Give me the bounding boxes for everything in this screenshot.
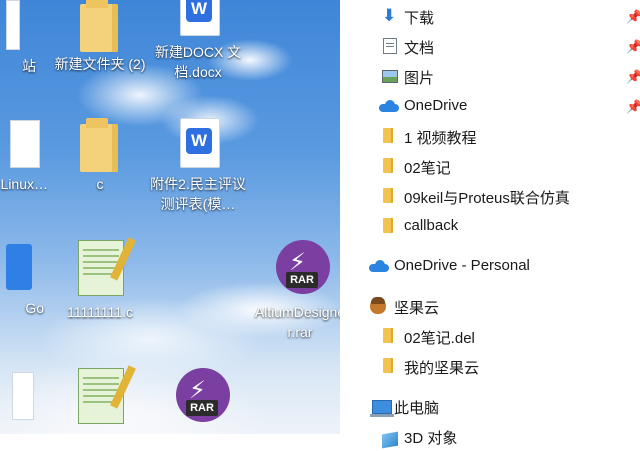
picture-icon xyxy=(382,70,398,83)
desktop-icon-partial[interactable] xyxy=(0,370,44,426)
desktop-icon-recycle-bin[interactable]: 站 xyxy=(0,0,38,76)
wps-document-icon: W xyxy=(180,0,220,36)
desktop-icon-label: 附件2.民主评议测评表(模… xyxy=(150,176,246,212)
nav-item-documents[interactable]: 文档 📌 xyxy=(340,31,640,61)
desktop-icon-11111111-c[interactable]: 11111111.c xyxy=(52,240,148,322)
pin-icon: 📌 xyxy=(626,39,640,54)
download-icon: ⬇ xyxy=(382,6,397,25)
desktop-icon-linux[interactable]: 原子】Linux… xyxy=(0,118,48,194)
desktop-icon-label: AltiumDesigner.rar xyxy=(254,304,340,340)
desktop-icon-altium-rar[interactable]: ⚡ RAR AltiumDesigner.rar xyxy=(252,240,340,342)
notepad-file-icon xyxy=(78,240,124,296)
desktop-icon-label: 新建文件夹 (2) xyxy=(54,56,146,72)
desktop-icon-label: 原子】Linux… xyxy=(0,176,48,192)
nav-item-onedrive[interactable]: OneDrive 📌 xyxy=(340,91,640,121)
nav-item-my-jianguoyun[interactable]: 我的坚果云 xyxy=(340,351,640,381)
pin-icon: 📌 xyxy=(626,9,640,24)
folder-icon xyxy=(80,118,118,172)
desktop-icon-label: 11111111.c xyxy=(67,304,133,320)
document-icon xyxy=(383,38,397,54)
nav-item-onedrive-personal[interactable]: OneDrive - Personal xyxy=(340,251,640,281)
folder-icon xyxy=(383,188,393,203)
explorer-navigation-pane[interactable]: ⬇ 下载 📌 文档 📌 图片 📌 OneDrive 📌 1 视频教程 02笔记 … xyxy=(340,0,640,449)
nav-item-pictures[interactable]: 图片 📌 xyxy=(340,61,640,91)
nav-item-video-tutorials[interactable]: 1 视频教程 xyxy=(340,121,640,151)
onedrive-icon xyxy=(369,260,389,272)
desktop[interactable]: 站 原子】Linux… Go 新建文件夹 (2) c 11111111.c W … xyxy=(0,0,340,434)
pin-icon: 📌 xyxy=(626,99,640,114)
folder-icon xyxy=(383,358,393,373)
3d-objects-icon xyxy=(382,431,398,449)
desktop-icon-folder-c[interactable]: c xyxy=(52,118,148,194)
nav-item-callback[interactable]: callback xyxy=(340,211,640,241)
desktop-icon-new-docx[interactable]: W 新建DOCX 文档.docx xyxy=(150,0,246,82)
nav-item-this-pc[interactable]: 此电脑 xyxy=(340,391,640,421)
desktop-icon-new-folder-2[interactable]: 新建文件夹 (2) xyxy=(52,0,148,74)
nav-item-keil-proteus[interactable]: 09keil与Proteus联合仿真 xyxy=(340,181,640,211)
winrar-icon: ⚡ RAR xyxy=(276,240,330,294)
notepad-file-icon xyxy=(78,368,124,424)
desktop-icon-label: 新建DOCX 文档.docx xyxy=(154,44,242,80)
nav-item-jianguoyun[interactable]: 坚果云 xyxy=(340,291,640,321)
desktop-icon-label: 站 xyxy=(22,58,36,74)
computer-icon xyxy=(370,400,394,417)
desktop-icon-go[interactable]: Go xyxy=(0,242,44,318)
winrar-icon: ⚡ RAR xyxy=(176,368,230,422)
folder-icon xyxy=(383,328,393,343)
nav-item-02-notes-del[interactable]: 02笔记.del xyxy=(340,321,640,351)
onedrive-icon xyxy=(379,100,399,112)
desktop-icon-attachment-2[interactable]: W 附件2.民主评议测评表(模… xyxy=(150,118,246,214)
folder-icon xyxy=(80,0,118,52)
desktop-icon-rar-2[interactable]: ⚡ RAR xyxy=(152,368,248,424)
folder-icon xyxy=(383,158,393,173)
desktop-icon-c-file-2[interactable] xyxy=(52,368,148,424)
pin-icon: 📌 xyxy=(626,69,640,84)
desktop-icon-label: Go xyxy=(25,300,44,316)
desktop-icon-label: c xyxy=(96,176,104,192)
nav-item-3d-objects[interactable]: 3D 对象 xyxy=(340,421,640,451)
wps-document-icon: W xyxy=(180,118,220,168)
nav-item-02-notes[interactable]: 02笔记 xyxy=(340,151,640,181)
jianguoyun-icon xyxy=(370,297,386,314)
nav-item-downloads[interactable]: ⬇ 下载 📌 xyxy=(340,1,640,31)
folder-icon xyxy=(383,128,393,143)
folder-icon xyxy=(383,218,393,233)
